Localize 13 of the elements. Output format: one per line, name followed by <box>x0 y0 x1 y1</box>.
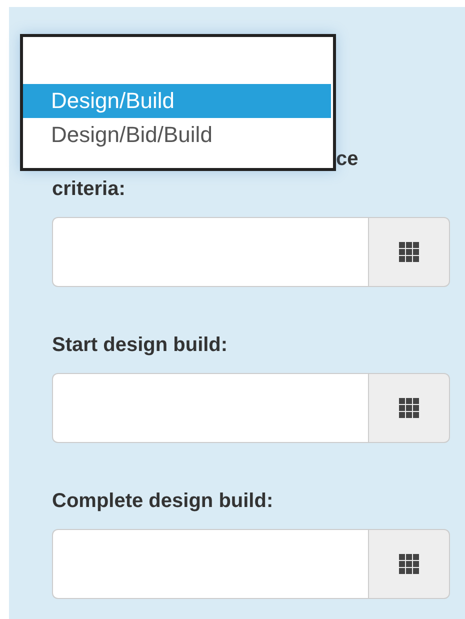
calendar-button[interactable] <box>368 529 450 599</box>
date-input[interactable] <box>52 373 368 443</box>
calendar-grid-icon <box>399 398 419 418</box>
calendar-button[interactable] <box>368 373 450 443</box>
field-label: criteria: <box>52 177 126 201</box>
calendar-grid-icon <box>399 242 419 262</box>
date-input[interactable] <box>52 529 368 599</box>
field-label-fragment: ce <box>336 147 358 171</box>
field-label: Complete design build: <box>52 489 274 513</box>
field-label: Start design build: <box>52 333 228 357</box>
calendar-button[interactable] <box>368 217 450 287</box>
calendar-grid-icon <box>399 554 419 574</box>
date-input[interactable] <box>52 217 368 287</box>
